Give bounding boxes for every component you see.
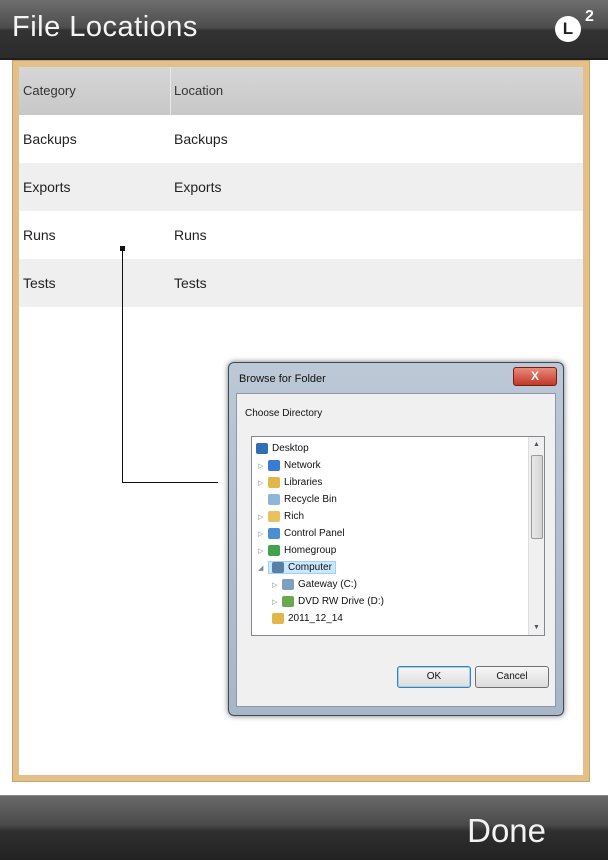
- column-divider: [170, 67, 171, 115]
- category-cell: Tests: [23, 275, 56, 291]
- recycle-bin-icon: [268, 493, 280, 505]
- column-header-category[interactable]: Category: [23, 67, 76, 115]
- user-folder-icon: [268, 510, 280, 522]
- close-button[interactable]: X: [513, 367, 557, 386]
- homegroup-icon: [268, 544, 280, 556]
- expand-arrow-icon[interactable]: ▷: [258, 458, 268, 475]
- tree-item-libraries[interactable]: ▷ Libraries: [258, 474, 322, 491]
- expand-arrow-icon[interactable]: ▷: [272, 577, 282, 594]
- tree-item-homegroup[interactable]: ▷ Homegroup: [258, 542, 336, 559]
- category-cell: Runs: [23, 227, 56, 243]
- dialog-title: Browse for Folder: [239, 373, 326, 385]
- category-cell: Backups: [23, 131, 77, 147]
- table-row[interactable]: Backups Backups: [19, 115, 583, 163]
- tree-item-rich[interactable]: ▷ Rich: [258, 508, 304, 525]
- folder-tree: Desktop ▷ Network ▷ Libraries Recycle Bin …: [251, 436, 545, 636]
- column-header-location[interactable]: Location: [174, 67, 223, 115]
- selected-highlight: Computer: [268, 561, 336, 574]
- expand-arrow-icon[interactable]: ▷: [258, 526, 268, 543]
- libraries-icon: [268, 476, 280, 488]
- table-row[interactable]: Exports Exports: [19, 163, 583, 211]
- choose-directory-label: Choose Directory: [245, 408, 323, 419]
- location-cell[interactable]: Backups: [174, 115, 228, 163]
- location-cell[interactable]: Runs: [174, 211, 207, 259]
- category-cell: Exports: [23, 179, 71, 195]
- dvd-drive-icon: [282, 595, 294, 607]
- tree-item-recycle-bin[interactable]: Recycle Bin: [268, 491, 337, 508]
- computer-icon: [272, 561, 284, 573]
- scroll-down-icon[interactable]: ▼: [529, 620, 544, 635]
- network-icon: [268, 459, 280, 471]
- table-row[interactable]: Tests Tests: [19, 259, 583, 307]
- callout-line-vertical: [122, 249, 123, 482]
- callout-line-horizontal: [122, 482, 218, 483]
- location-cell[interactable]: Tests: [174, 259, 207, 307]
- table-row[interactable]: Runs Runs: [19, 211, 583, 259]
- tree-scrollbar[interactable]: ▲ ▼: [528, 437, 544, 635]
- browse-folder-dialog: Browse for Folder X Choose Directory Des…: [228, 362, 564, 716]
- done-button[interactable]: Done: [467, 812, 546, 850]
- logo-icon: L: [555, 16, 581, 42]
- collapse-arrow-icon[interactable]: ◢: [258, 560, 268, 577]
- drive-icon: [282, 578, 294, 590]
- scroll-up-icon[interactable]: ▲: [529, 437, 544, 452]
- dialog-body: Choose Directory Desktop ▷ Network ▷ Libra…: [236, 393, 556, 707]
- expand-arrow-icon[interactable]: ▷: [258, 509, 268, 526]
- expand-arrow-icon[interactable]: ▷: [258, 543, 268, 560]
- tree-item-dvd-rw-drive[interactable]: ▷ DVD RW Drive (D:): [272, 593, 384, 610]
- expand-arrow-icon[interactable]: ▷: [272, 594, 282, 611]
- tree-item-desktop[interactable]: Desktop: [256, 440, 309, 457]
- tree-item-gateway-c[interactable]: ▷ Gateway (C:): [272, 576, 357, 593]
- control-panel-icon: [268, 527, 280, 539]
- tree-item-2011-12-14[interactable]: 2011_12_14: [272, 610, 343, 627]
- scrollbar-thumb[interactable]: [531, 455, 543, 539]
- desktop-icon: [256, 442, 268, 454]
- tree-item-control-panel[interactable]: ▷ Control Panel: [258, 525, 345, 542]
- ok-button[interactable]: OK: [397, 666, 471, 688]
- title-bar: File Locations L 2: [0, 0, 608, 60]
- folder-icon: [272, 612, 284, 624]
- tree-item-network[interactable]: ▷ Network: [258, 457, 321, 474]
- table-header-row: Category Location: [19, 67, 583, 115]
- page-title: File Locations: [12, 11, 198, 43]
- bottom-bar: Done: [0, 795, 608, 860]
- location-cell[interactable]: Exports: [174, 163, 221, 211]
- logo-superscript: 2: [585, 8, 594, 25]
- expand-arrow-icon[interactable]: ▷: [258, 475, 268, 492]
- cancel-button[interactable]: Cancel: [475, 666, 549, 688]
- tree-item-computer[interactable]: ◢ Computer: [258, 559, 336, 576]
